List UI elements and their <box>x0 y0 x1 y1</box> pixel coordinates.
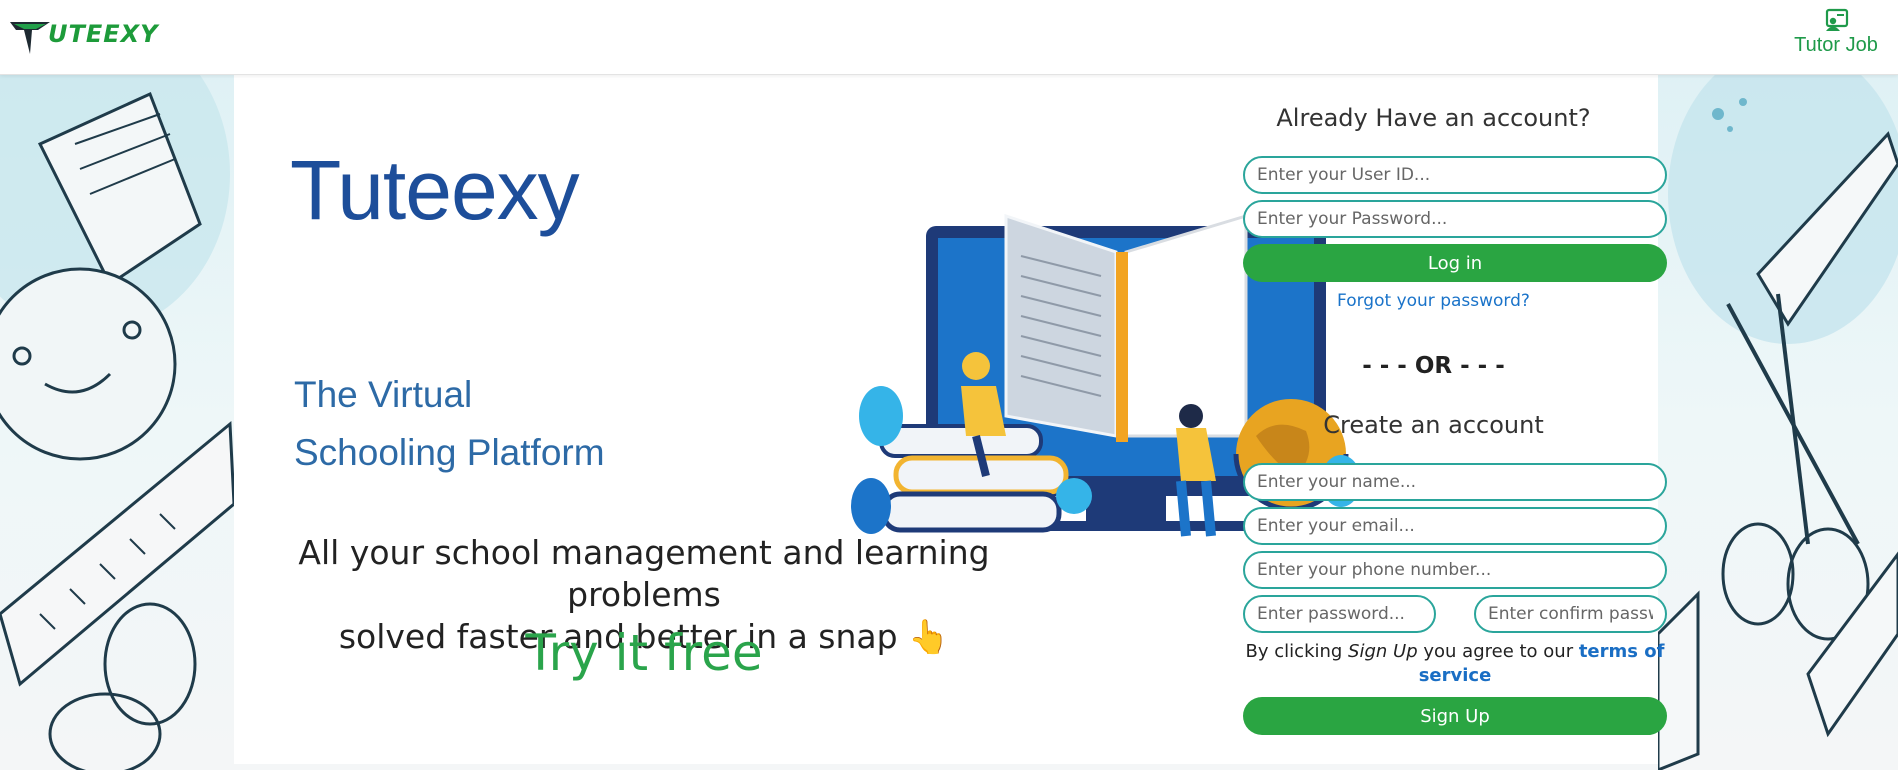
logo-mark-icon <box>10 22 50 54</box>
login-heading: Already Have an account? <box>1276 104 1591 132</box>
login-password-input[interactable] <box>1243 200 1667 238</box>
promo-line-1: All your school management and learning … <box>298 533 990 614</box>
signup-password-input[interactable] <box>1243 595 1436 633</box>
tagline-line-2: Schooling Platform <box>294 432 605 473</box>
tuteexy-logo[interactable]: UTEEXY <box>8 16 168 56</box>
try-it-free-link[interactable]: Try it free <box>294 624 994 682</box>
platform-tagline: The Virtual Schooling Platform <box>294 366 634 482</box>
brand-title: Tuteexy <box>290 143 580 237</box>
user-id-input[interactable] <box>1243 156 1667 194</box>
phone-input[interactable] <box>1243 551 1667 589</box>
signup-button[interactable]: Sign Up <box>1243 697 1667 735</box>
forgot-password-link[interactable]: Forgot your password? <box>1209 291 1658 311</box>
or-divider: - - - OR - - - <box>1362 353 1505 379</box>
login-button[interactable]: Log in <box>1243 244 1667 282</box>
signup-heading: Create an account <box>1323 411 1544 439</box>
terms-action-text: Sign Up <box>1348 641 1418 662</box>
terms-notice: By clicking Sign Up you agree to our ter… <box>1243 640 1667 688</box>
confirm-password-input[interactable] <box>1474 595 1667 633</box>
terms-middle: you agree to our <box>1417 641 1579 662</box>
terms-prefix: By clicking <box>1245 641 1349 662</box>
tagline-line-1: The Virtual <box>294 374 473 415</box>
name-input[interactable] <box>1243 463 1667 501</box>
school-doodle-left <box>0 74 234 770</box>
school-doodle-right <box>1658 74 1898 770</box>
user-board-icon <box>1825 8 1849 31</box>
email-input[interactable] <box>1243 507 1667 545</box>
main-card: Tuteexy The Virtual Schooling Platform A… <box>234 74 1667 764</box>
tutor-job-label: Tutor Job <box>1794 34 1878 56</box>
logo-wordmark: UTEEXY <box>48 20 159 48</box>
auth-panel: Already Have an account? Log in Forgot y… <box>1209 74 1667 764</box>
tutor-job-button[interactable]: Tutor Job <box>1786 8 1886 64</box>
top-navbar: UTEEXY Tutor Job <box>0 0 1898 75</box>
